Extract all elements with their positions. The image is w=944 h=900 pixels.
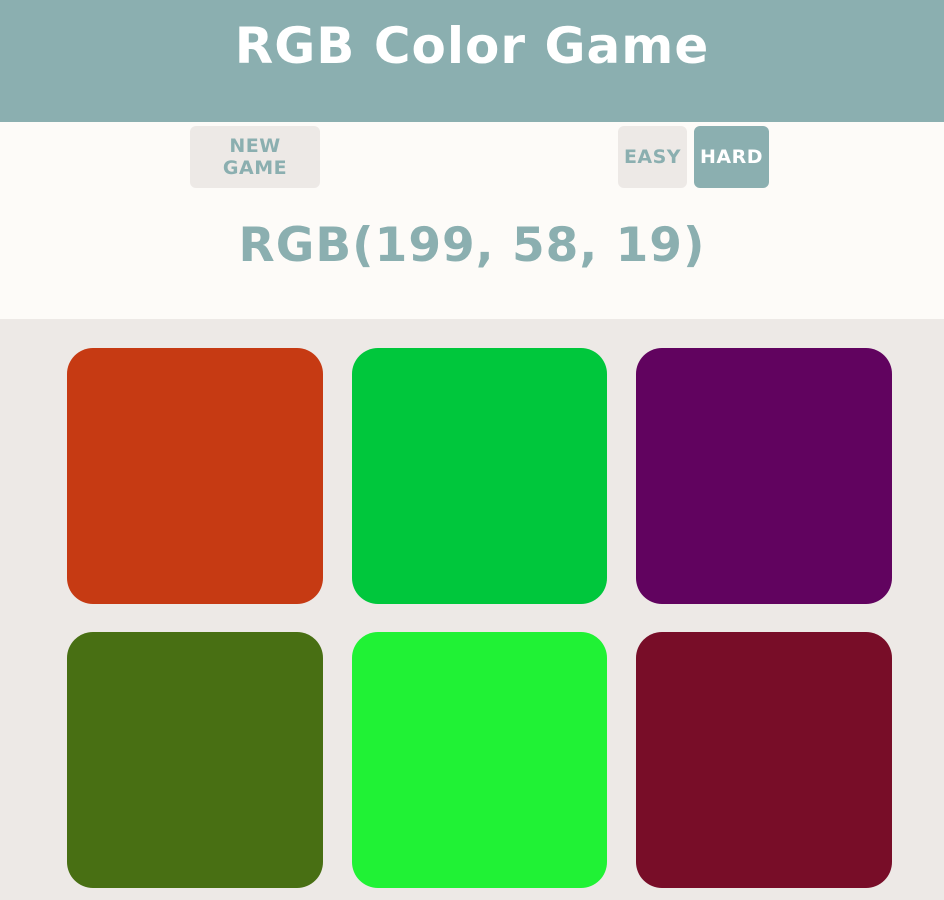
- controls-panel: new game easy hard RGB(199, 58, 19): [0, 122, 944, 319]
- color-swatch-4[interactable]: [67, 632, 323, 888]
- color-swatch-6[interactable]: [636, 632, 892, 888]
- target-rgb-display: RGB(199, 58, 19): [238, 218, 706, 273]
- color-swatch-5[interactable]: [352, 632, 607, 888]
- title-color-game: Color Game: [373, 17, 710, 75]
- hard-mode-button[interactable]: hard: [694, 126, 769, 188]
- header-bar: RGB Color Game: [0, 0, 944, 122]
- color-swatch-2[interactable]: [352, 348, 607, 604]
- color-swatch-1[interactable]: [67, 348, 323, 604]
- easy-mode-button[interactable]: easy: [618, 126, 687, 188]
- game-title: RGB Color Game: [235, 17, 709, 75]
- swatch-board: [0, 319, 944, 900]
- color-swatch-3[interactable]: [636, 348, 892, 604]
- new-game-button[interactable]: new game: [190, 126, 320, 188]
- title-rgb: RGB: [234, 17, 356, 75]
